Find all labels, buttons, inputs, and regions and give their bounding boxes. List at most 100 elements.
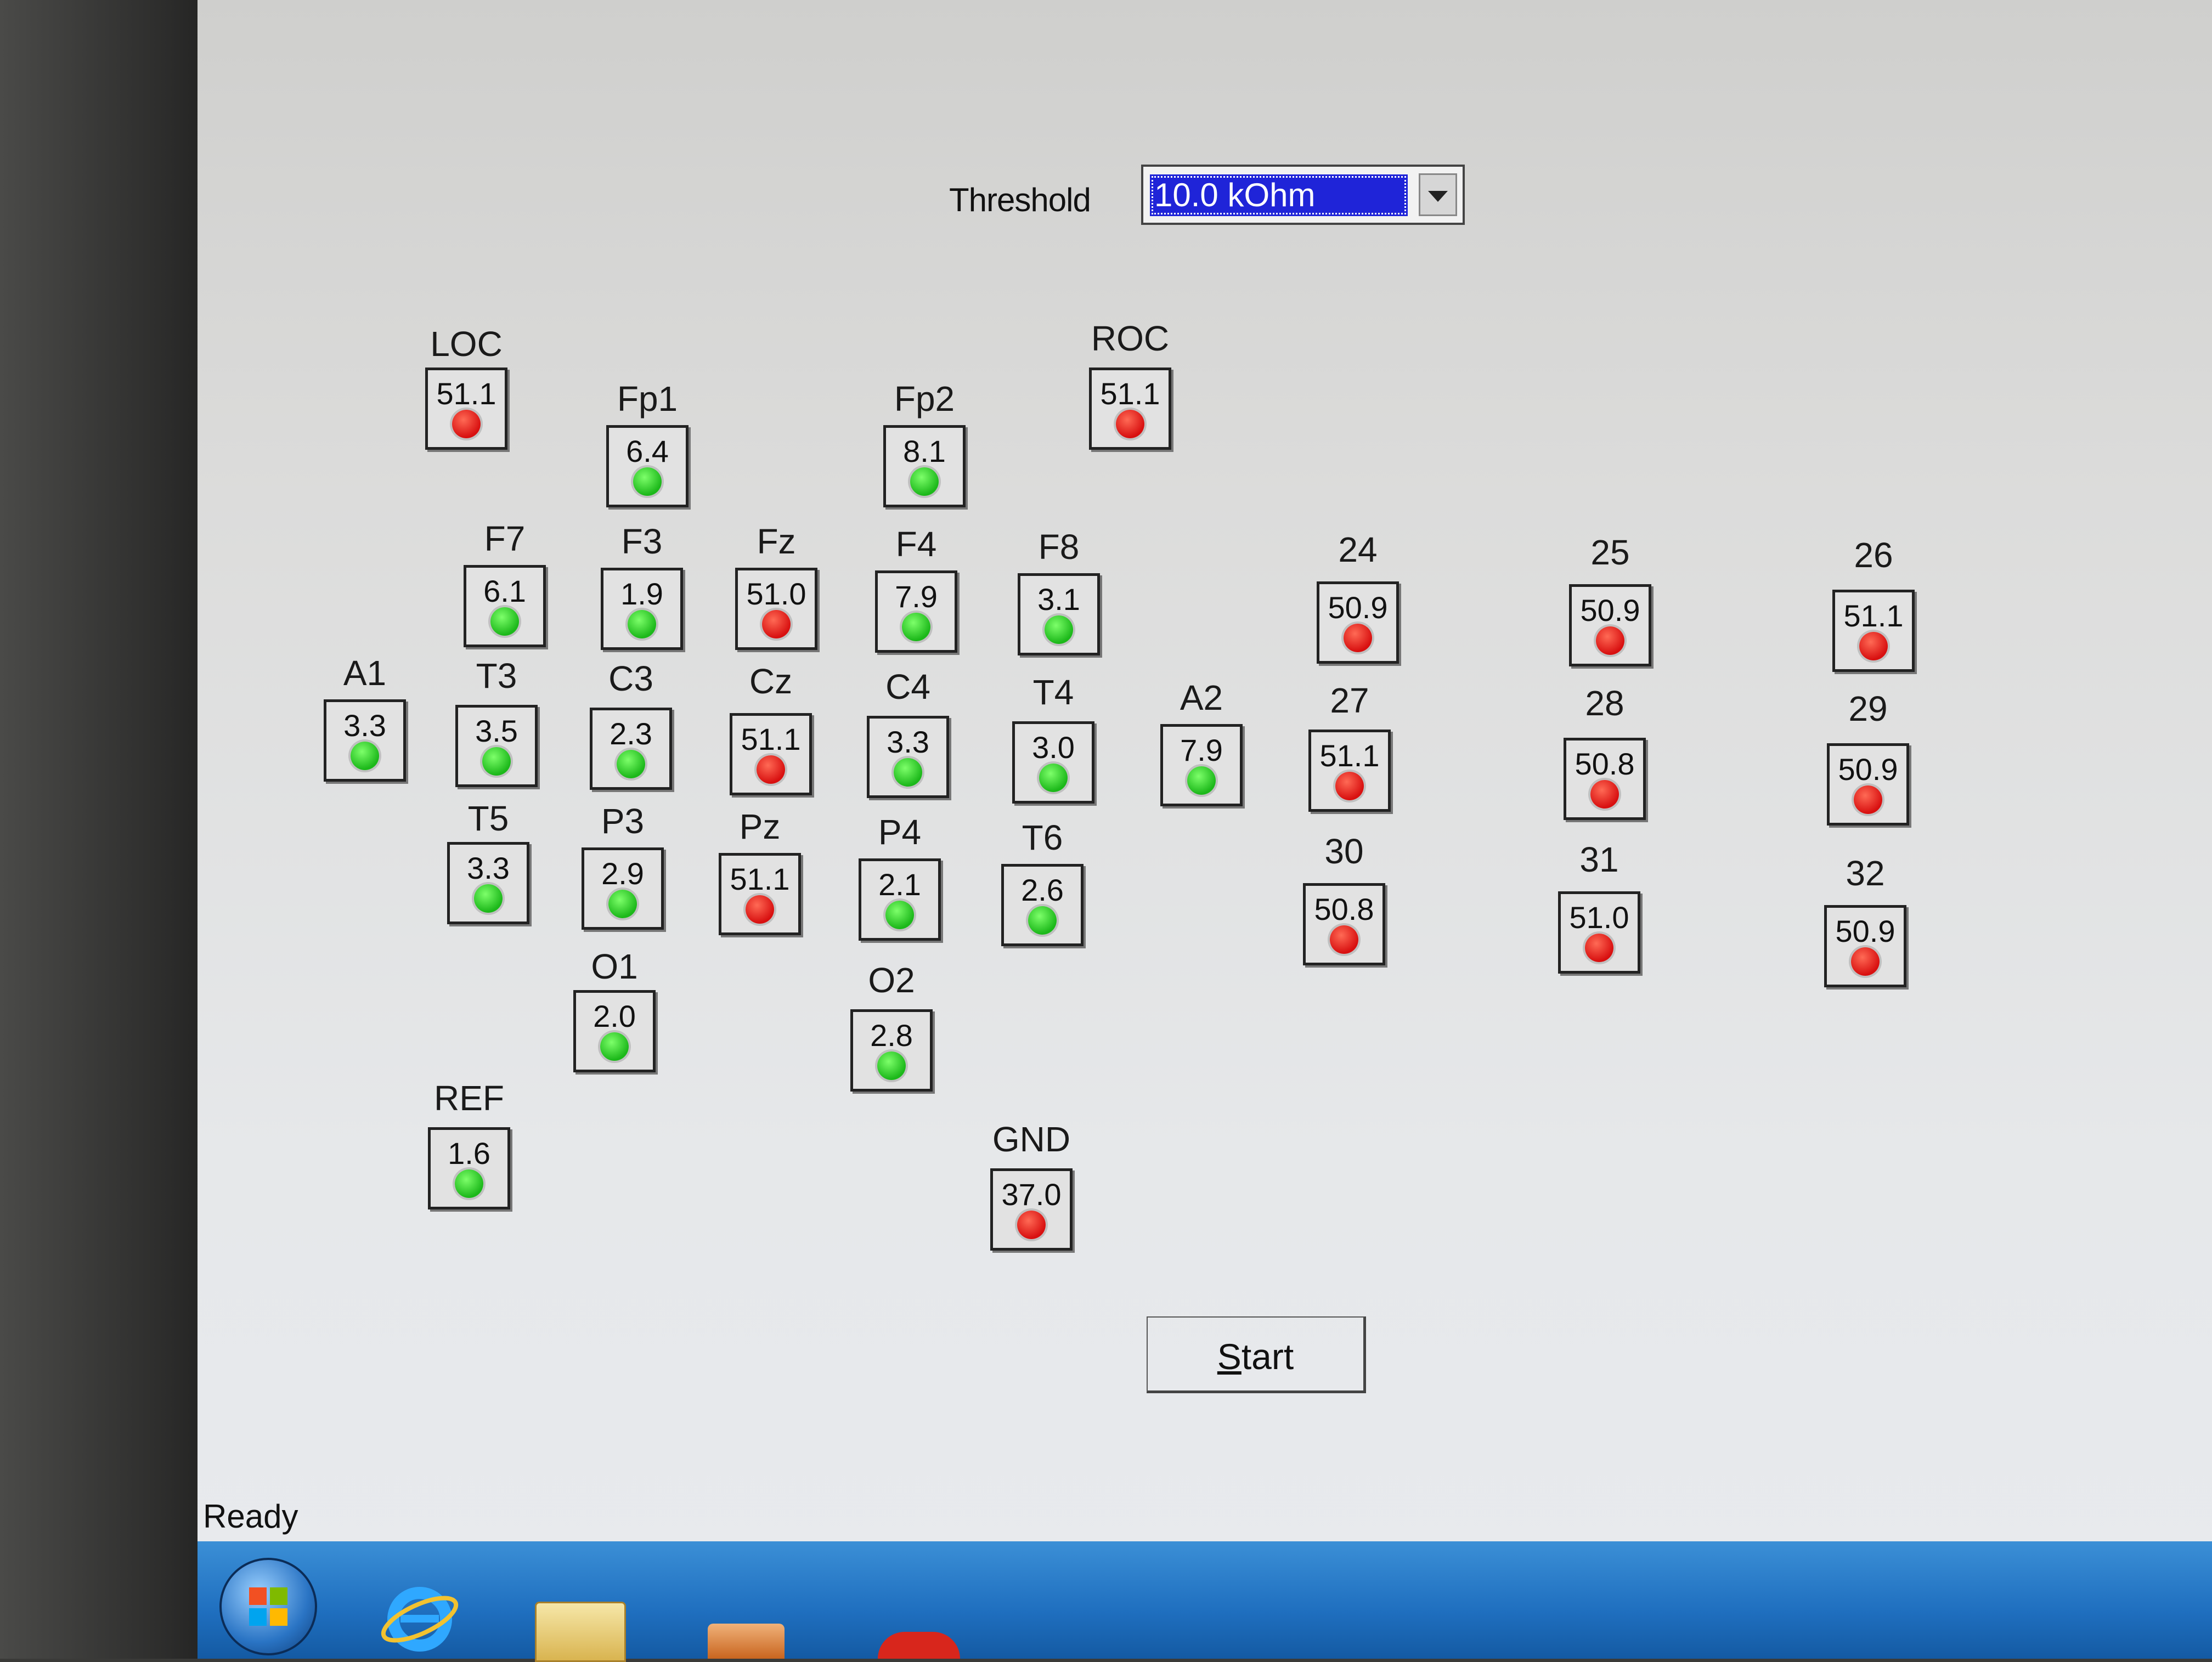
- status-ok-icon: [1187, 766, 1216, 795]
- status-error-icon: [1344, 624, 1372, 652]
- electrode-t5: 3.3: [447, 842, 529, 924]
- electrode-label-fp2: Fp2: [894, 379, 955, 419]
- impedance-value: 50.9: [1835, 914, 1895, 948]
- media-player-icon[interactable]: [708, 1624, 785, 1659]
- impedance-value: 2.6: [1021, 873, 1064, 907]
- threshold-dropdown[interactable]: 10.0 kOhm: [1141, 165, 1465, 225]
- electrode-label-f3: F3: [621, 522, 663, 561]
- impedance-value: 51.1: [1843, 598, 1904, 633]
- status-ok-icon: [628, 610, 656, 638]
- impedance-value: 50.9: [1328, 590, 1388, 625]
- status-ok-icon: [877, 1052, 906, 1080]
- status-ok-icon: [1039, 764, 1068, 792]
- electrode-p4: 2.1: [859, 858, 941, 941]
- electrode-31: 51.0: [1558, 891, 1640, 974]
- impedance-value: 50.9: [1838, 752, 1898, 787]
- electrode-label-30: 30: [1324, 832, 1364, 871]
- electrode-c4: 3.3: [867, 716, 949, 798]
- status-error-icon: [1859, 632, 1888, 660]
- status-error-icon: [1330, 925, 1358, 954]
- folder-icon[interactable]: [535, 1602, 626, 1662]
- impedance-value: 1.6: [448, 1136, 490, 1171]
- electrode-t6: 2.6: [1001, 864, 1084, 946]
- impedance-value: 51.1: [436, 376, 496, 411]
- impedance-value: 51.1: [1100, 376, 1160, 411]
- windows-start-icon[interactable]: [219, 1558, 317, 1655]
- electrode-ref: 1.6: [428, 1127, 510, 1209]
- status-error-icon: [1017, 1211, 1046, 1239]
- impedance-value: 7.9: [1180, 733, 1223, 767]
- electrode-p3: 2.9: [582, 847, 664, 930]
- electrode-32: 50.9: [1824, 905, 1906, 987]
- electrode-a2: 7.9: [1160, 724, 1243, 806]
- electrode-label-t3: T3: [476, 656, 517, 696]
- impedance-value: 8.1: [903, 434, 946, 468]
- impedance-value: 3.5: [475, 714, 518, 748]
- impedance-value: 3.3: [343, 708, 386, 743]
- electrode-label-o2: O2: [868, 960, 915, 1000]
- electrode-label-26: 26: [1854, 535, 1893, 575]
- impedance-value: 2.3: [610, 716, 652, 751]
- status-ok-icon: [910, 467, 939, 496]
- electrode-26: 51.1: [1832, 590, 1915, 672]
- impedance-value: 51.1: [730, 862, 790, 896]
- impedance-value: 37.0: [1001, 1177, 1062, 1212]
- red-app-icon[interactable]: [878, 1632, 960, 1659]
- electrode-30: 50.8: [1303, 883, 1385, 965]
- electrode-label-f4: F4: [895, 524, 937, 564]
- impedance-value: 50.8: [1575, 747, 1635, 781]
- electrode-fp1: 6.4: [606, 425, 689, 507]
- internet-explorer-icon[interactable]: [379, 1580, 461, 1657]
- electrode-label-roc: ROC: [1091, 319, 1170, 358]
- status-ok-icon: [1045, 615, 1073, 644]
- electrode-label-c3: C3: [608, 659, 653, 698]
- electrode-label-gnd: GND: [992, 1120, 1071, 1159]
- status-ok-icon: [490, 607, 519, 636]
- impedance-value: 6.4: [626, 434, 669, 468]
- electrode-28: 50.8: [1564, 738, 1646, 820]
- electrode-label-29: 29: [1848, 689, 1888, 728]
- electrode-24: 50.9: [1317, 581, 1399, 664]
- electrode-c3: 2.3: [590, 708, 672, 790]
- status-ok-icon: [902, 613, 930, 641]
- impedance-value: 51.1: [741, 722, 801, 756]
- electrode-27: 51.1: [1308, 730, 1391, 812]
- status-error-icon: [1596, 626, 1624, 655]
- status-ok-icon: [608, 890, 637, 918]
- impedance-value: 3.3: [887, 725, 929, 759]
- status-ok-icon: [455, 1169, 483, 1198]
- electrode-label-loc: LOC: [430, 324, 503, 364]
- status-error-icon: [1854, 785, 1882, 814]
- threshold-value: 10.0 kOhm: [1150, 174, 1408, 216]
- electrode-f8: 3.1: [1018, 573, 1100, 655]
- impedance-value: 50.8: [1314, 892, 1374, 926]
- dropdown-button[interactable]: [1419, 173, 1457, 216]
- impedance-value: 2.9: [601, 856, 644, 891]
- status-ok-icon: [482, 747, 511, 776]
- electrode-label-t6: T6: [1022, 818, 1063, 857]
- electrode-a1: 3.3: [324, 699, 406, 782]
- electrode-label-pz: Pz: [739, 807, 781, 846]
- impedance-value: 2.1: [878, 867, 921, 902]
- electrode-label-a2: A2: [1180, 678, 1223, 717]
- windows-flag-icon: [249, 1587, 287, 1626]
- electrode-roc: 51.1: [1089, 368, 1171, 450]
- electrode-pz: 51.1: [719, 853, 801, 935]
- status-error-icon: [1851, 947, 1880, 976]
- electrode-loc: 51.1: [425, 368, 507, 450]
- impedance-value: 50.9: [1580, 593, 1640, 628]
- impedance-value: 3.1: [1037, 582, 1080, 617]
- status-error-icon: [1116, 410, 1144, 438]
- electrode-label-a1: A1: [343, 653, 387, 693]
- impedance-value: 2.8: [870, 1018, 913, 1053]
- electrode-fp2: 8.1: [883, 425, 966, 507]
- status-error-icon: [746, 895, 774, 924]
- electrode-label-32: 32: [1846, 853, 1885, 893]
- status-error-icon: [1590, 780, 1619, 809]
- status-error-icon: [1335, 772, 1364, 800]
- electrode-o1: 2.0: [573, 990, 656, 1072]
- electrode-label-31: 31: [1579, 840, 1619, 879]
- electrode-t3: 3.5: [455, 705, 538, 787]
- electrode-label-27: 27: [1330, 681, 1369, 720]
- start-button[interactable]: Start: [1147, 1316, 1366, 1393]
